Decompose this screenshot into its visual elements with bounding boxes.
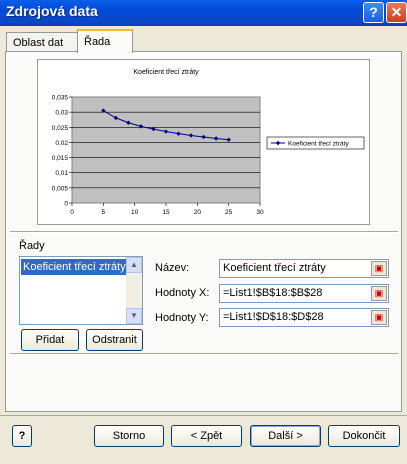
tab-series[interactable]: Řada xyxy=(77,29,133,53)
chart-title: Koeficient třecí ztráty xyxy=(133,69,199,76)
list-item[interactable]: Koeficient třecí ztráty xyxy=(21,259,126,275)
name-field[interactable]: Koeficient třecí ztráty ▣ xyxy=(219,259,389,278)
y-tick-label: 0,01 xyxy=(55,170,68,177)
x-tick-label: 5 xyxy=(102,209,106,216)
remove-series-button[interactable]: Odstranit xyxy=(86,329,143,351)
x-tick-label: 15 xyxy=(162,209,170,216)
collapse-dialog-icon[interactable]: ▣ xyxy=(371,310,387,325)
source-data-dialog: Zdrojová data ? ✕ Oblast dat Řada Koefic… xyxy=(0,0,407,464)
tab-data-range[interactable]: Oblast dat xyxy=(6,32,78,52)
x-tick-label: 20 xyxy=(194,209,202,216)
scroll-up-icon[interactable]: ▲ xyxy=(126,257,142,273)
series-label: Řady xyxy=(19,240,45,252)
name-label: Název: xyxy=(155,262,190,274)
y-tick-label: 0,035 xyxy=(52,95,69,102)
x-values-label: Hodnoty X: xyxy=(155,287,210,299)
close-button[interactable]: ✕ xyxy=(386,2,407,23)
scroll-down-icon[interactable]: ▼ xyxy=(126,308,142,324)
x-tick-label: 25 xyxy=(225,209,233,216)
title-bar: Zdrojová data ? ✕ xyxy=(0,0,407,26)
y-tick-label: 0,025 xyxy=(52,125,69,132)
finish-button[interactable]: Dokončit xyxy=(328,425,400,447)
y-tick-label: 0,015 xyxy=(52,155,69,162)
series-listbox[interactable]: Koeficient třecí ztráty ▲ ▼ xyxy=(19,256,143,325)
y-tick-label: 0,005 xyxy=(52,185,69,192)
add-series-button[interactable]: Přidat xyxy=(21,329,79,351)
y-tick-label: 0,03 xyxy=(55,110,68,117)
legend-label: Koeficient třecí ztráty xyxy=(288,141,349,148)
plot-area xyxy=(71,96,261,204)
divider xyxy=(10,353,398,355)
chart-svg: Koeficient třecí ztráty 0 0,005 0,01 0,015 0,… xyxy=(52,69,365,216)
footer-separator xyxy=(0,415,407,416)
back-button[interactable]: < Zpět xyxy=(171,425,242,447)
help-icon[interactable]: ? xyxy=(12,425,32,447)
x-tick-label: 30 xyxy=(256,209,264,216)
next-button[interactable]: Další > xyxy=(250,425,321,447)
x-values-field[interactable]: =List1!$B$18:$B$28 ▣ xyxy=(219,284,389,303)
y-values-value: =List1!$D$18:$D$28 xyxy=(223,311,324,323)
chart-preview: Koeficient třecí ztráty 0 0,005 0,01 0,015 0,… xyxy=(37,59,370,225)
help-button[interactable]: ? xyxy=(363,2,384,23)
collapse-dialog-icon[interactable]: ▣ xyxy=(371,261,387,276)
x-tick-label: 0 xyxy=(70,209,74,216)
x-values-value: =List1!$B$18:$B$28 xyxy=(223,287,323,299)
divider xyxy=(10,231,398,233)
cancel-button[interactable]: Storno xyxy=(94,425,164,447)
list-scrollbar[interactable]: ▲ ▼ xyxy=(126,257,142,324)
collapse-dialog-icon[interactable]: ▣ xyxy=(371,286,387,301)
name-field-value: Koeficient třecí ztráty xyxy=(223,262,326,274)
y-values-field[interactable]: =List1!$D$18:$D$28 ▣ xyxy=(219,308,389,327)
y-tick-label: 0,02 xyxy=(55,140,68,147)
y-values-label: Hodnoty Y: xyxy=(155,312,209,324)
window-title: Zdrojová data xyxy=(6,3,98,19)
y-tick-label: 0 xyxy=(64,201,68,208)
x-tick-label: 10 xyxy=(131,209,139,216)
